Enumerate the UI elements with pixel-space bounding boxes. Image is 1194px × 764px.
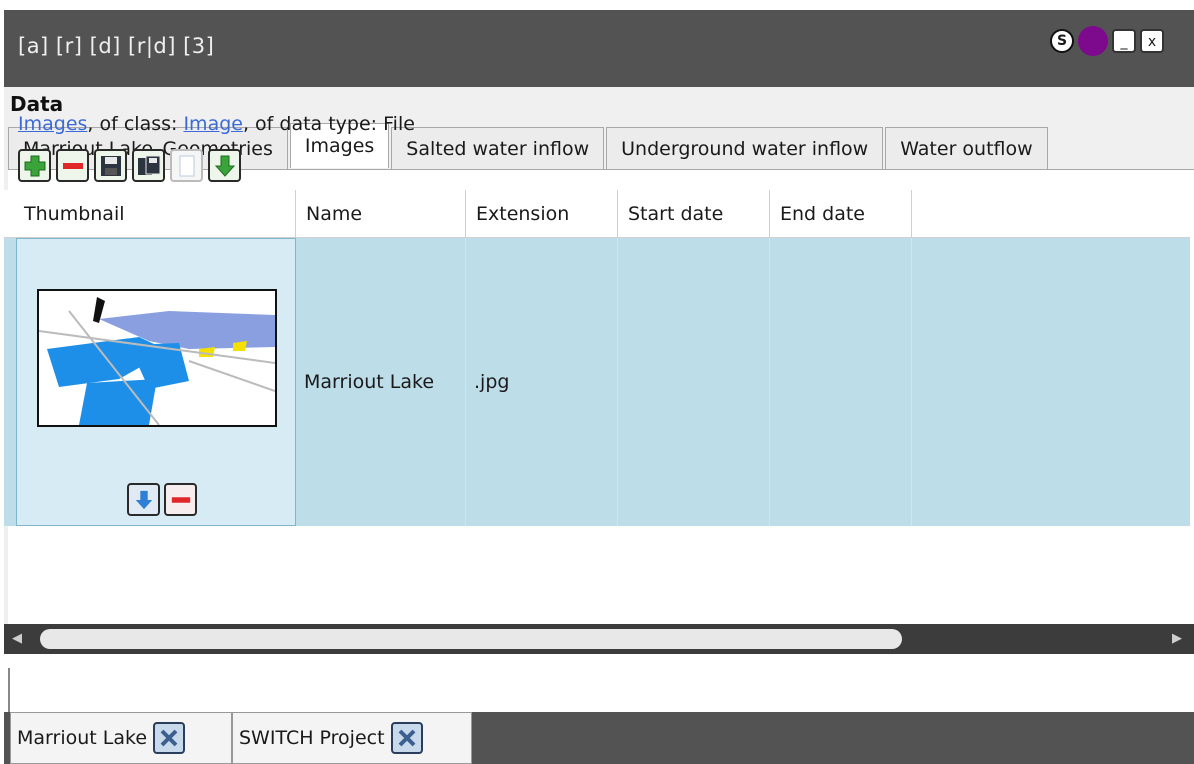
save-icon — [100, 155, 121, 176]
add-button[interactable] — [18, 149, 51, 182]
breadcrumb: Images, of class: Image, of data type: F… — [18, 113, 415, 135]
column-header-start-date[interactable]: Start date — [618, 190, 770, 237]
clear-icon — [179, 155, 194, 176]
close-button[interactable]: x — [1140, 29, 1164, 53]
download-button[interactable] — [208, 149, 241, 182]
column-header-extension[interactable]: Extension — [466, 190, 618, 237]
save-all-button[interactable] — [132, 149, 165, 182]
save-all-icon — [137, 155, 160, 175]
tab-underground-water-inflow[interactable]: Underground water inflow — [606, 127, 884, 169]
tab-salted-water-inflow[interactable]: Salted water inflow — [391, 127, 605, 169]
download-icon — [214, 155, 235, 177]
scroll-right-icon[interactable]: ▶ — [1172, 631, 1182, 646]
app-title: [a] [r] [d] [r|d] [3] — [18, 34, 215, 58]
doc-tab-switch-project[interactable]: SWITCH Project — [232, 712, 472, 764]
thumbnail-cell — [16, 238, 296, 526]
document-tab-bar: Marriout Lake SWITCH Project — [4, 712, 1194, 764]
window-titlebar: [a] [r] [d] [r|d] [3] S _ x — [4, 10, 1194, 87]
doc-tab-label: Marriout Lake — [17, 727, 148, 749]
arrow-down-icon — [135, 490, 152, 509]
breadcrumb-text: , of class: — [87, 113, 184, 135]
remove-thumbnail-button[interactable] — [164, 483, 197, 516]
window-controls: S _ x — [1050, 26, 1164, 56]
data-grid: Thumbnail Name Extension Start date End … — [4, 190, 1190, 535]
remove-icon — [171, 496, 190, 503]
download-thumbnail-button[interactable] — [127, 483, 160, 516]
images-link[interactable]: Images — [18, 113, 87, 135]
remove-icon — [62, 162, 83, 169]
end-date-cell[interactable] — [770, 238, 912, 526]
column-header-end-date[interactable]: End date — [770, 190, 912, 237]
close-tab-button[interactable] — [153, 722, 186, 754]
name-cell[interactable]: Marriout Lake — [296, 238, 466, 526]
horizontal-scrollbar[interactable]: ◀ ▶ — [4, 624, 1194, 654]
clear-button[interactable] — [170, 149, 203, 182]
start-date-cell[interactable] — [618, 238, 770, 526]
column-header-name[interactable]: Name — [296, 190, 466, 237]
breadcrumb-text: , of data type: File — [242, 113, 415, 135]
close-icon — [398, 729, 415, 747]
toolbar — [18, 149, 241, 182]
s-icon[interactable]: S — [1050, 29, 1074, 53]
extension-cell[interactable]: .jpg — [466, 238, 618, 526]
doc-tab-label: SWITCH Project — [239, 727, 385, 749]
close-tab-button[interactable] — [390, 722, 423, 754]
empty-cell — [912, 238, 1190, 526]
scrollbar-thumb[interactable] — [40, 629, 902, 649]
remove-button[interactable] — [56, 149, 89, 182]
scroll-left-icon[interactable]: ◀ — [12, 631, 22, 646]
map-thumbnail-image[interactable] — [37, 289, 277, 427]
image-class-link[interactable]: Image — [183, 113, 243, 135]
minimize-button[interactable]: _ — [1112, 29, 1136, 53]
doc-tab-marriout-lake[interactable]: Marriout Lake — [10, 712, 232, 764]
grid-header: Thumbnail Name Extension Start date End … — [4, 190, 1190, 238]
table-row[interactable]: Marriout Lake .jpg — [4, 238, 1190, 526]
add-icon — [24, 155, 45, 176]
save-button[interactable] — [94, 149, 127, 182]
close-icon — [160, 729, 178, 747]
column-header-thumbnail[interactable]: Thumbnail — [4, 190, 296, 237]
status-dot-icon[interactable] — [1078, 26, 1108, 56]
divider — [8, 668, 10, 712]
tab-water-outflow[interactable]: Water outflow — [885, 127, 1048, 169]
